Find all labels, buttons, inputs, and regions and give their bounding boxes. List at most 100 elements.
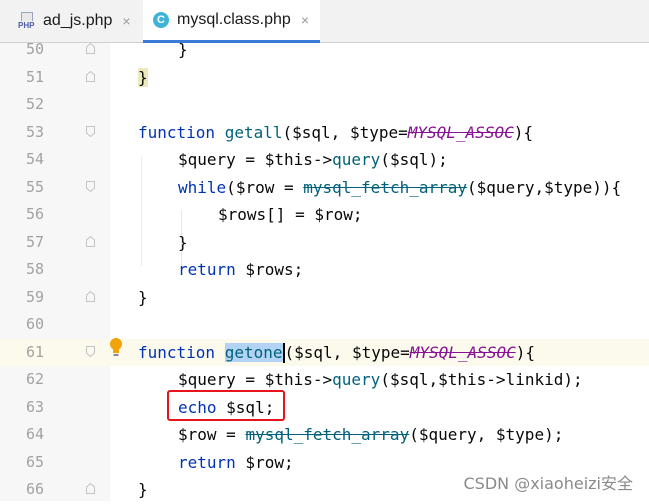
code-token: $sql <box>389 150 429 169</box>
code-line-current: 61 function getone ($sql, $type=MYSQL_ASS… <box>0 338 649 366</box>
code-token: $type <box>349 122 399 142</box>
code-token: , <box>330 122 350 142</box>
close-icon[interactable]: × <box>122 13 130 29</box>
code-token: ); <box>563 370 583 389</box>
code-token: = <box>235 370 265 389</box>
line-number: 61 <box>0 338 44 366</box>
code-token: ){ <box>515 342 535 362</box>
code-token: } <box>138 480 148 499</box>
code-token: ( <box>380 370 390 389</box>
line-number: 55 <box>25 177 44 196</box>
code-line: 57 } <box>0 229 649 257</box>
fold-end-icon[interactable] <box>86 483 95 494</box>
highlight-box <box>167 390 285 421</box>
code-token: ); <box>544 425 564 444</box>
code-token: ){ <box>513 122 533 142</box>
code-token: )){ <box>592 177 622 197</box>
line-number: 63 <box>25 397 44 416</box>
class-file-icon: C <box>153 12 169 28</box>
code-token: } <box>178 232 188 252</box>
code-line: 60 <box>0 311 649 339</box>
code-token: $query <box>418 425 477 444</box>
code-token: while <box>178 177 227 197</box>
line-number: 53 <box>25 122 44 141</box>
code-token: $this <box>264 150 313 169</box>
code-token: $this <box>264 370 313 389</box>
code-token: $query <box>178 370 236 389</box>
code-line: 55 while($row = mysql_fetch_array($query… <box>0 174 649 202</box>
code-line: 63 echo $sql; <box>0 394 649 422</box>
tab-label: ad_js.php <box>43 12 113 29</box>
code-token: , <box>332 342 352 362</box>
code-token: } <box>138 67 148 87</box>
line-number: 64 <box>25 425 44 443</box>
code-line: 58 return $rows; <box>0 256 649 284</box>
code-editor[interactable]: 50 } 51 } 52 53 function getall($sql, $t… <box>0 40 649 501</box>
code-token: $sql <box>294 342 333 362</box>
line-number: 57 <box>25 232 44 251</box>
line-number: 56 <box>25 205 44 223</box>
code-token: mysql_fetch_array <box>245 425 410 444</box>
code-token: ( <box>226 177 236 197</box>
code-token: ; <box>283 452 294 472</box>
code-token: -> <box>312 150 333 169</box>
code-token: $this <box>438 370 487 389</box>
fold-end-icon[interactable] <box>86 70 95 82</box>
code-token: -> <box>486 370 506 389</box>
watermark-text: CSDN @xiaoheizi安全 <box>463 474 634 493</box>
fold-end-icon[interactable] <box>86 43 95 54</box>
line-number: 66 <box>25 480 44 498</box>
code-token: ( <box>380 150 390 169</box>
fold-start-icon[interactable] <box>86 180 95 192</box>
close-icon[interactable]: × <box>301 12 309 28</box>
tab-label: mysql.class.php <box>177 11 291 28</box>
fold-end-icon[interactable] <box>86 235 95 247</box>
code-token: function <box>138 122 216 142</box>
line-number: 58 <box>25 260 44 278</box>
code-token: = <box>274 177 304 197</box>
lightbulb-icon[interactable] <box>108 337 124 357</box>
code-token: MYSQL_ASSOC <box>407 122 514 142</box>
code-token: $row <box>235 177 275 197</box>
fold-start-icon[interactable] <box>86 345 95 357</box>
code-token: } <box>138 287 148 307</box>
code-token: $type <box>495 425 545 444</box>
code-token: $rows <box>235 260 294 279</box>
code-token: } <box>178 40 188 59</box>
code-token: $row <box>314 205 353 224</box>
code-token: = <box>398 122 408 142</box>
line-number: 65 <box>25 452 44 471</box>
code-token: ( <box>467 177 477 197</box>
code-token: mysql_fetch_array <box>303 177 468 197</box>
code-token: query <box>332 370 381 389</box>
code-token: ); <box>428 150 448 169</box>
code-line: 64 $row = mysql_fetch_array($query, $typ… <box>0 421 649 449</box>
code-token: ( <box>409 425 419 444</box>
php-file-icon: PHP <box>18 12 36 30</box>
line-number: 54 <box>25 150 44 168</box>
code-token: -> <box>312 370 333 389</box>
line-number: 60 <box>25 315 44 333</box>
code-token: ( <box>282 122 293 142</box>
code-line: 52 <box>0 91 649 119</box>
code-token: ; <box>293 260 304 279</box>
code-token: = <box>216 425 246 444</box>
code-line: 62 $query = $this->query($sql,$this->lin… <box>0 366 649 394</box>
code-token: return <box>178 260 236 279</box>
code-token: ; <box>352 205 363 224</box>
code-line: 54 $query = $this->query($sql); <box>0 146 649 174</box>
code-token: , <box>534 177 545 197</box>
code-line: 53 function getall($sql, $type=MYSQL_ASS… <box>0 119 649 147</box>
code-token: function <box>138 342 216 362</box>
code-token: $type <box>544 177 593 197</box>
fold-end-icon[interactable] <box>86 290 95 302</box>
code-token-selected: getone <box>224 342 283 362</box>
code-token: $query <box>476 177 535 197</box>
code-token: $rows <box>218 205 267 224</box>
code-line: 56 $rows[] = $row; <box>0 201 649 229</box>
code-token: [] = <box>266 205 315 224</box>
code-token: return <box>178 452 236 472</box>
fold-start-icon[interactable] <box>86 125 95 137</box>
code-token: = <box>400 342 410 362</box>
code-token: $type <box>351 342 401 362</box>
